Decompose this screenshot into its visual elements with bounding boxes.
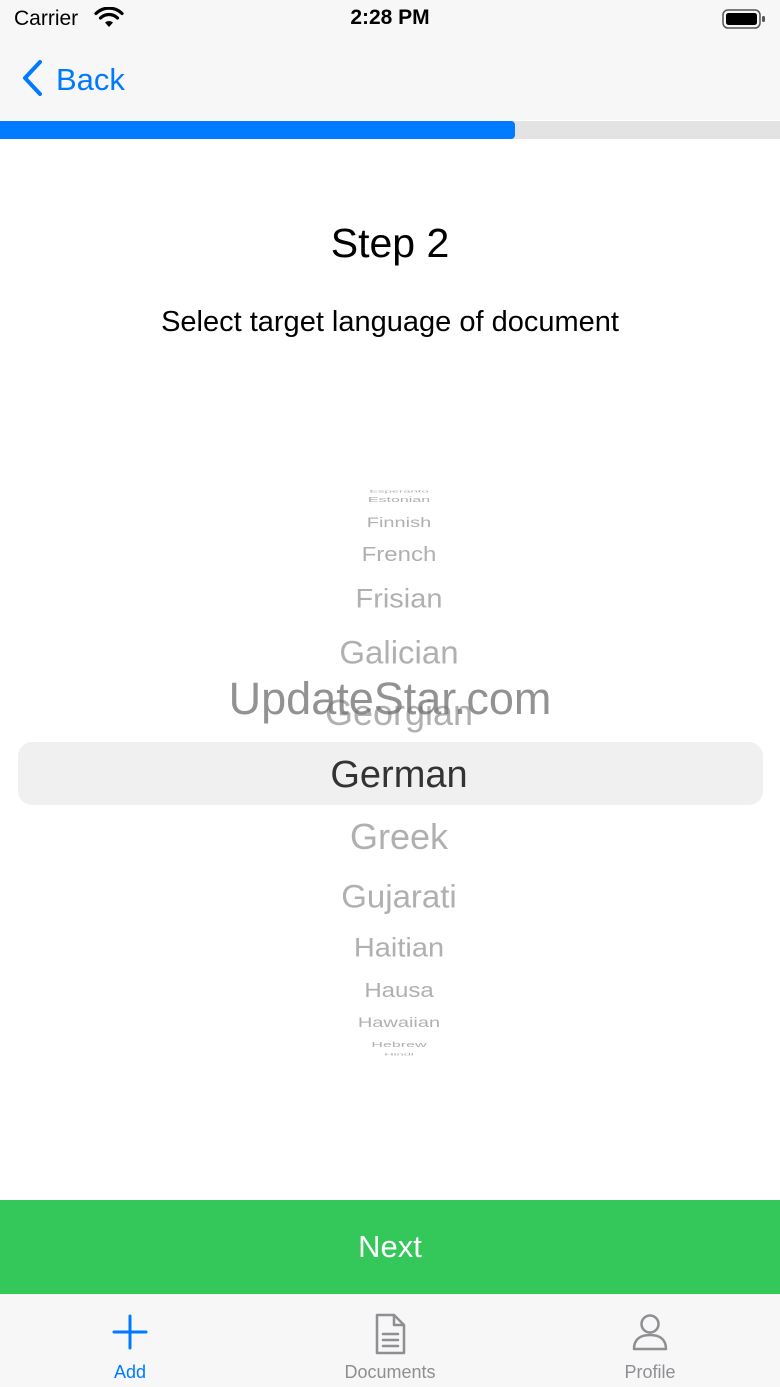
tab-documents[interactable]: Documents [290, 1294, 490, 1387]
picker-item[interactable]: French [0, 544, 780, 565]
language-picker[interactable]: Esperanto Estonian Finnish French Frisian Gal… [0, 488, 780, 1058]
tab-profile-label: Profile [624, 1362, 676, 1382]
picker-item[interactable]: Frisian [0, 585, 780, 613]
chevron-left-icon [20, 59, 44, 102]
tab-bar: Add Documents Profile [0, 1294, 780, 1387]
battery-icon [722, 8, 766, 35]
tab-documents-label: Documents [344, 1362, 436, 1382]
picker-item[interactable]: Finnish [0, 516, 780, 530]
clock: 2:28 PM [350, 6, 430, 29]
picker-item[interactable]: Hebrew [0, 1041, 780, 1048]
progress-fill [0, 121, 515, 139]
picker-item[interactable]: Hawaiian [0, 1016, 780, 1030]
tab-add[interactable]: Add [30, 1294, 230, 1387]
picker-item[interactable]: Haitian [0, 934, 780, 962]
picker-item[interactable]: Estonian [0, 496, 780, 503]
watermark: UpdateStar.com [228, 673, 552, 724]
step-title: Step 2 [330, 220, 450, 266]
step-subtitle: Select target language of document [161, 306, 619, 338]
document-icon [290, 1312, 490, 1361]
picker-item[interactable]: Galician [0, 636, 780, 668]
back-button[interactable]: Back [20, 58, 125, 102]
progress-bar [0, 121, 780, 139]
next-button[interactable]: Next [0, 1200, 780, 1294]
person-icon [550, 1312, 750, 1357]
picker-item-selected[interactable]: German [0, 756, 780, 794]
picker-item[interactable]: Greek [0, 819, 780, 855]
picker-item[interactable]: Hindi [0, 1052, 780, 1055]
picker-item[interactable]: Esperanto [0, 489, 780, 492]
picker-item[interactable]: Gujarati [0, 880, 780, 912]
status-bar: Carrier 2:28 PM [0, 0, 780, 40]
plus-icon [30, 1312, 230, 1357]
navigation-bar: Back [0, 40, 780, 120]
tab-add-label: Add [113, 1362, 147, 1382]
tab-profile[interactable]: Profile [550, 1294, 750, 1387]
back-label: Back [56, 62, 125, 97]
picker-item[interactable]: Hausa [0, 980, 780, 1001]
